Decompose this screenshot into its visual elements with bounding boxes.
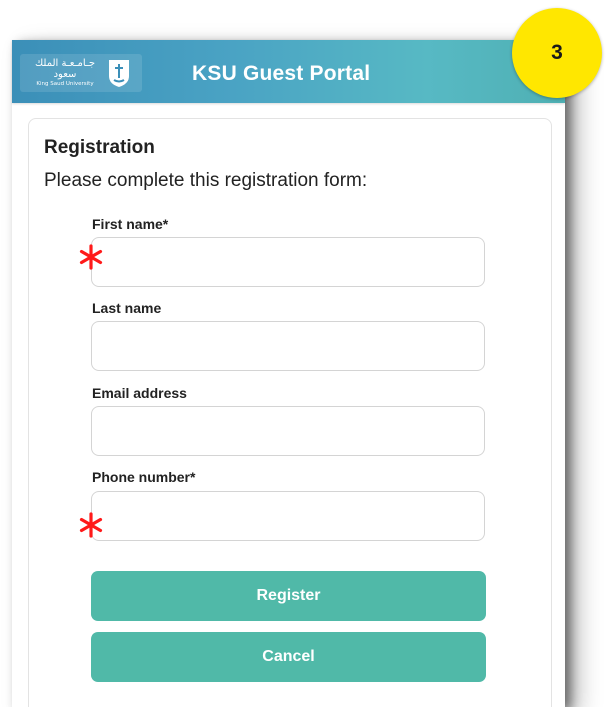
first-name-input[interactable] [91,237,485,287]
form-title: Registration [44,137,155,158]
phone-number-label: Phone number* [92,469,196,485]
form-subtitle: Please complete this registration form: [44,170,368,191]
portal-title: KSU Guest Portal [192,62,371,85]
university-emblem-icon [109,60,129,87]
university-logo: جـامـعـة الملك سعود King Saud University [20,54,142,92]
email-address-label: Email address [92,385,187,401]
step-number-badge: 3 [512,8,602,98]
last-name-input[interactable] [91,321,485,371]
last-name-label: Last name [92,300,162,316]
logo-text: جـامـعـة الملك سعود King Saud University [26,58,104,88]
phone-number-input[interactable] [91,491,485,541]
screenshot-stage: جـامـعـة الملك سعود King Saud University… [0,0,610,707]
red-asterisk-icon [79,512,103,538]
portal-header: جـامـعـة الملك سعود King Saud University… [12,40,565,103]
red-asterisk-icon [79,244,103,270]
logo-english-name: King Saud University [36,81,94,87]
cancel-button[interactable]: Cancel [91,632,486,682]
first-name-label: First name* [92,216,169,232]
email-address-input[interactable] [91,406,485,456]
logo-arabic-name: جـامـعـة الملك سعود [34,58,96,80]
register-button[interactable]: Register [91,571,486,621]
